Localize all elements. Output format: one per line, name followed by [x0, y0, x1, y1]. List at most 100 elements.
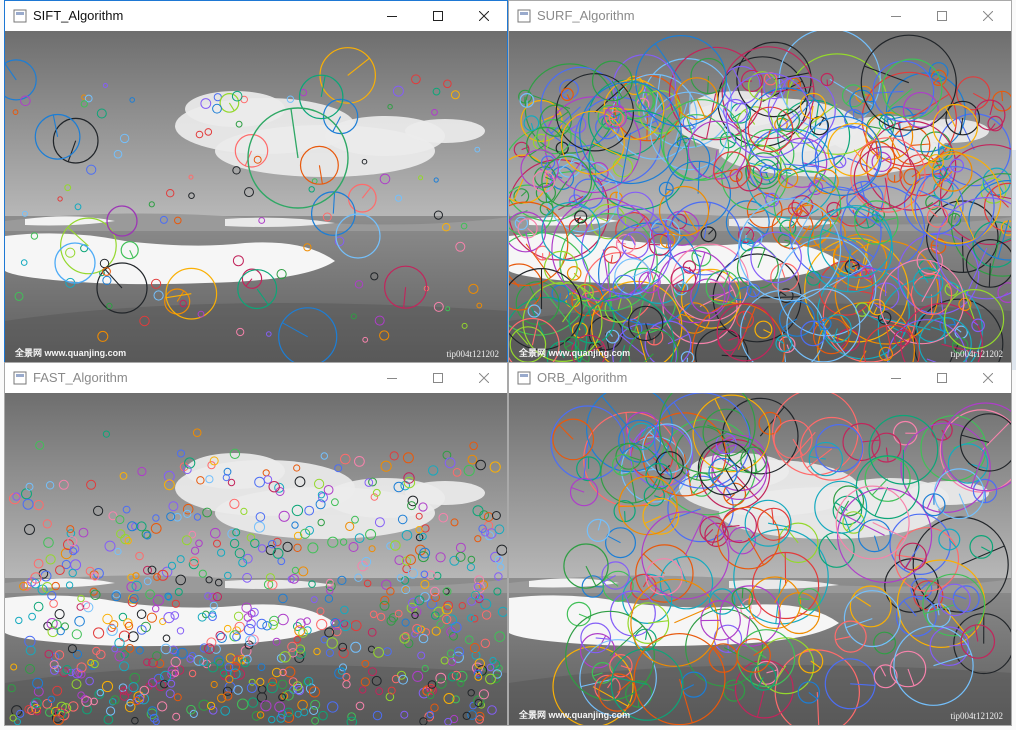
- keypoint: [204, 592, 212, 600]
- keypoint-orientation: [643, 553, 665, 574]
- keypoint: [227, 528, 238, 539]
- close-button[interactable]: [461, 1, 507, 31]
- keypoint: [278, 510, 290, 522]
- close-icon: [479, 11, 489, 21]
- close-button[interactable]: [461, 363, 507, 393]
- keypoint: [464, 635, 474, 645]
- window-title: FAST_Algorithm: [33, 370, 128, 385]
- keypoint-orientation: [744, 615, 751, 646]
- image-canvas: 全景网 www.quanjing.com tip004t121202: [509, 31, 1011, 363]
- close-button[interactable]: [965, 363, 1011, 393]
- keypoint: [310, 699, 321, 710]
- keypoint: [186, 704, 196, 715]
- keypoint: [597, 222, 701, 326]
- keypoint: [320, 452, 328, 460]
- keypoint: [849, 585, 892, 628]
- minimize-button[interactable]: [369, 363, 415, 393]
- keypoint: [191, 546, 200, 555]
- keypoint: [176, 627, 185, 635]
- keypoint: [446, 649, 456, 658]
- keypoint: [233, 685, 243, 695]
- keypoint-orientation: [620, 665, 632, 670]
- keypoint-orientation: [653, 74, 661, 117]
- keypoint-orientation: [571, 486, 585, 493]
- titlebar[interactable]: ORB_Algorithm: [509, 363, 1011, 393]
- keypoint: [472, 505, 484, 517]
- maximize-button[interactable]: [919, 1, 965, 31]
- keypoint: [397, 514, 408, 525]
- keypoint: [539, 201, 554, 216]
- keypoint: [297, 699, 308, 711]
- titlebar[interactable]: FAST_Algorithm: [5, 363, 507, 393]
- keypoint: [463, 464, 475, 477]
- window-orb[interactable]: ORB_Algorithm 全景网 www.quanjing.com tip00…: [508, 362, 1012, 726]
- keypoint: [309, 706, 319, 715]
- minimize-button[interactable]: [369, 1, 415, 31]
- keypoint: [52, 685, 63, 696]
- keypoint: [141, 529, 151, 539]
- keypoint: [229, 538, 240, 549]
- keypoint: [455, 241, 466, 252]
- close-button[interactable]: [965, 1, 1011, 31]
- keypoint: [379, 600, 390, 611]
- titlebar[interactable]: SURF_Algorithm: [509, 1, 1011, 31]
- maximize-button[interactable]: [415, 1, 461, 31]
- keypoint: [214, 578, 223, 587]
- keypoint-orientation: [839, 161, 844, 167]
- window-sift[interactable]: SIFT_Algorithm 全景网 www.quanjing.com tip0…: [4, 0, 508, 364]
- keypoint: [494, 524, 505, 535]
- keypoint-orientation: [947, 323, 956, 326]
- keypoint-orientation: [652, 226, 660, 230]
- keypoint: [469, 441, 478, 451]
- minimize-button[interactable]: [873, 1, 919, 31]
- keypoint-orientation: [861, 309, 867, 316]
- keypoint: [77, 594, 85, 603]
- keypoint-orientation: [531, 318, 539, 346]
- window-fast[interactable]: FAST_Algorithm: [4, 362, 508, 726]
- keypoint-orientation: [282, 322, 308, 338]
- keypoint: [174, 216, 182, 225]
- keypoint-orientation: [592, 142, 622, 157]
- keypoint: [386, 587, 395, 596]
- keypoint-orientation: [972, 92, 988, 102]
- keypoint: [293, 464, 301, 472]
- keypoint-orientation: [245, 278, 253, 287]
- keypoint-orientation: [953, 213, 957, 220]
- keypoint: [131, 716, 139, 725]
- keypoint: [466, 563, 475, 572]
- keypoint: [716, 506, 780, 570]
- keypoint: [253, 155, 262, 164]
- keypoint: [445, 306, 451, 312]
- keypoint: [303, 243, 312, 252]
- keypoint: [40, 570, 52, 582]
- keypoint: [494, 631, 506, 643]
- keypoint: [166, 189, 175, 198]
- keypoint-orientation: [708, 228, 714, 235]
- window-surf[interactable]: SURF_Algorithm 全景网 www.quanjing.com tip0…: [508, 0, 1012, 364]
- keypoint: [137, 466, 147, 477]
- keypoint: [350, 641, 362, 653]
- keypoint: [96, 108, 107, 119]
- keypoint: [35, 440, 45, 450]
- keypoint: [188, 192, 195, 199]
- keypoint: [361, 158, 368, 165]
- keypoint: [157, 701, 168, 712]
- maximize-button[interactable]: [919, 363, 965, 393]
- maximize-button[interactable]: [415, 363, 461, 393]
- keypoint: [298, 628, 308, 638]
- keypoint: [242, 572, 253, 583]
- keypoint-orientation: [808, 691, 818, 700]
- keypoint: [843, 590, 901, 648]
- titlebar[interactable]: SIFT_Algorithm: [5, 1, 507, 31]
- keypoint: [491, 511, 501, 520]
- keypoint: [461, 322, 468, 329]
- keypoint: [216, 632, 227, 644]
- keypoint: [351, 515, 359, 524]
- keypoint: [493, 587, 502, 596]
- keypoint: [345, 521, 355, 531]
- minimize-button[interactable]: [873, 363, 919, 393]
- keypoint: [293, 543, 302, 553]
- keypoint: [475, 459, 487, 471]
- keypoint-orientation: [872, 522, 906, 539]
- keypoint: [24, 635, 36, 648]
